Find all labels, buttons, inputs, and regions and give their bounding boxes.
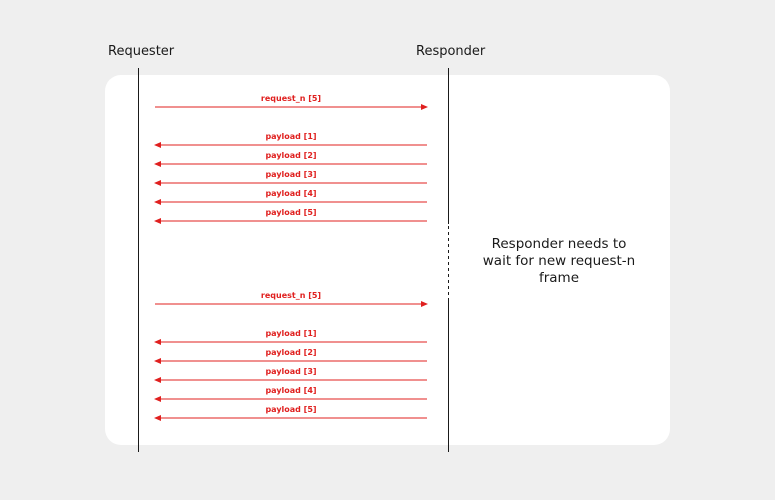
payload-label: payload [5] [265,405,316,414]
responder-wait-note: Responder needs to wait for new request-… [482,236,636,286]
request-label: request_n [5] [261,94,321,103]
payload-label: payload [2] [265,151,316,160]
payload-label: payload [1] [265,132,316,141]
message-arrows: request_n [5] payload [1] payload [2] paylo… [154,94,428,421]
payload-label: payload [5] [265,208,316,217]
payload-label: payload [4] [265,386,316,395]
sequence-diagram: request_n [5] payload [1] payload [2] paylo… [138,68,449,452]
payload-label: payload [3] [265,367,316,376]
payload-label: payload [2] [265,348,316,357]
payload-label: payload [3] [265,170,316,179]
request-label: request_n [5] [261,291,321,300]
payload-label: payload [4] [265,189,316,198]
payload-label: payload [1] [265,329,316,338]
